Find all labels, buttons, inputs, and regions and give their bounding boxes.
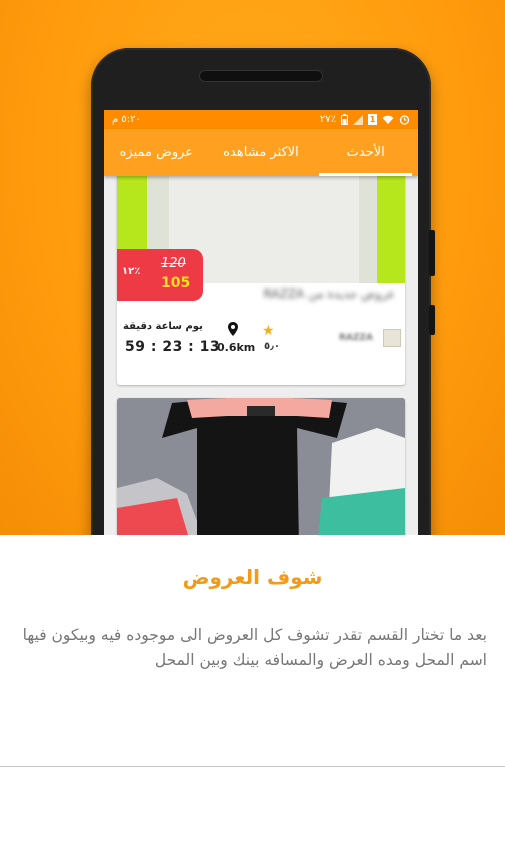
phone-power-button — [429, 305, 435, 335]
tshirts-photo — [117, 398, 405, 535]
onboarding-description: بعد ما تختار القسم تقدر تشوف كل العروض ا… — [22, 626, 487, 669]
tab-most-viewed[interactable]: الاكثر مشاهده — [209, 129, 314, 176]
distance: 0.6km — [217, 341, 256, 354]
offer-card[interactable]: ١٢٪ 120 105 عروض جديدة من RAZZA يوم ساعة… — [117, 157, 405, 385]
timer-label: يوم ساعة دقيقة — [123, 321, 203, 332]
rating: ٥٫٠ — [264, 341, 280, 352]
phone-speaker — [199, 70, 323, 82]
old-price: 120 — [161, 256, 186, 271]
phone-screen: ٥:٢٠ م ٢٧٪ 1 الأحدث الاكثر مشاهده عروض م… — [104, 110, 418, 535]
signal-icon — [353, 114, 363, 125]
countdown-timer: 59 : 23 : 13 — [125, 339, 221, 355]
phone-volume-button — [429, 230, 435, 276]
onboarding-panel: شوف العروض بعد ما تختار القسم تقدر تشوف … — [0, 535, 505, 842]
offer-card-2[interactable] — [117, 398, 405, 535]
onboarding-title: شوف العروض — [182, 565, 323, 589]
shop-name: RAZZA — [339, 333, 373, 343]
discount-percent: ١٢٪ — [122, 266, 141, 277]
offer-meta: يوم ساعة دقيقة 59 : 23 : 13 0.6km ★ ٥٫٠ … — [117, 315, 405, 385]
offer-title: عروض جديدة من RAZZA — [263, 287, 395, 301]
price-badge: ١٢٪ 120 105 — [117, 249, 203, 301]
status-bar: ٥:٢٠ م ٢٧٪ 1 — [104, 110, 418, 129]
tab-bar: الأحدث الاكثر مشاهده عروض مميزه — [104, 129, 418, 176]
star-icon: ★ — [262, 323, 275, 339]
hero-background: ٥:٢٠ م ٢٧٪ 1 الأحدث الاكثر مشاهده عروض م… — [0, 0, 505, 535]
tab-newest[interactable]: الأحدث — [313, 129, 418, 176]
sim-icon: 1 — [368, 114, 377, 125]
battery-icon — [341, 114, 348, 125]
status-time: ٥:٢٠ م — [112, 114, 141, 125]
divider — [0, 766, 505, 767]
battery-percent: ٢٧٪ — [319, 114, 336, 125]
location-pin-icon — [228, 322, 238, 336]
tab-featured-offers[interactable]: عروض مميزه — [104, 129, 209, 176]
wifi-icon — [382, 115, 394, 124]
offer-image-2 — [117, 398, 405, 535]
new-price: 105 — [161, 275, 191, 291]
status-icons: ٢٧٪ 1 — [320, 114, 410, 125]
alarm-icon — [399, 115, 410, 125]
shop-logo — [383, 329, 401, 347]
